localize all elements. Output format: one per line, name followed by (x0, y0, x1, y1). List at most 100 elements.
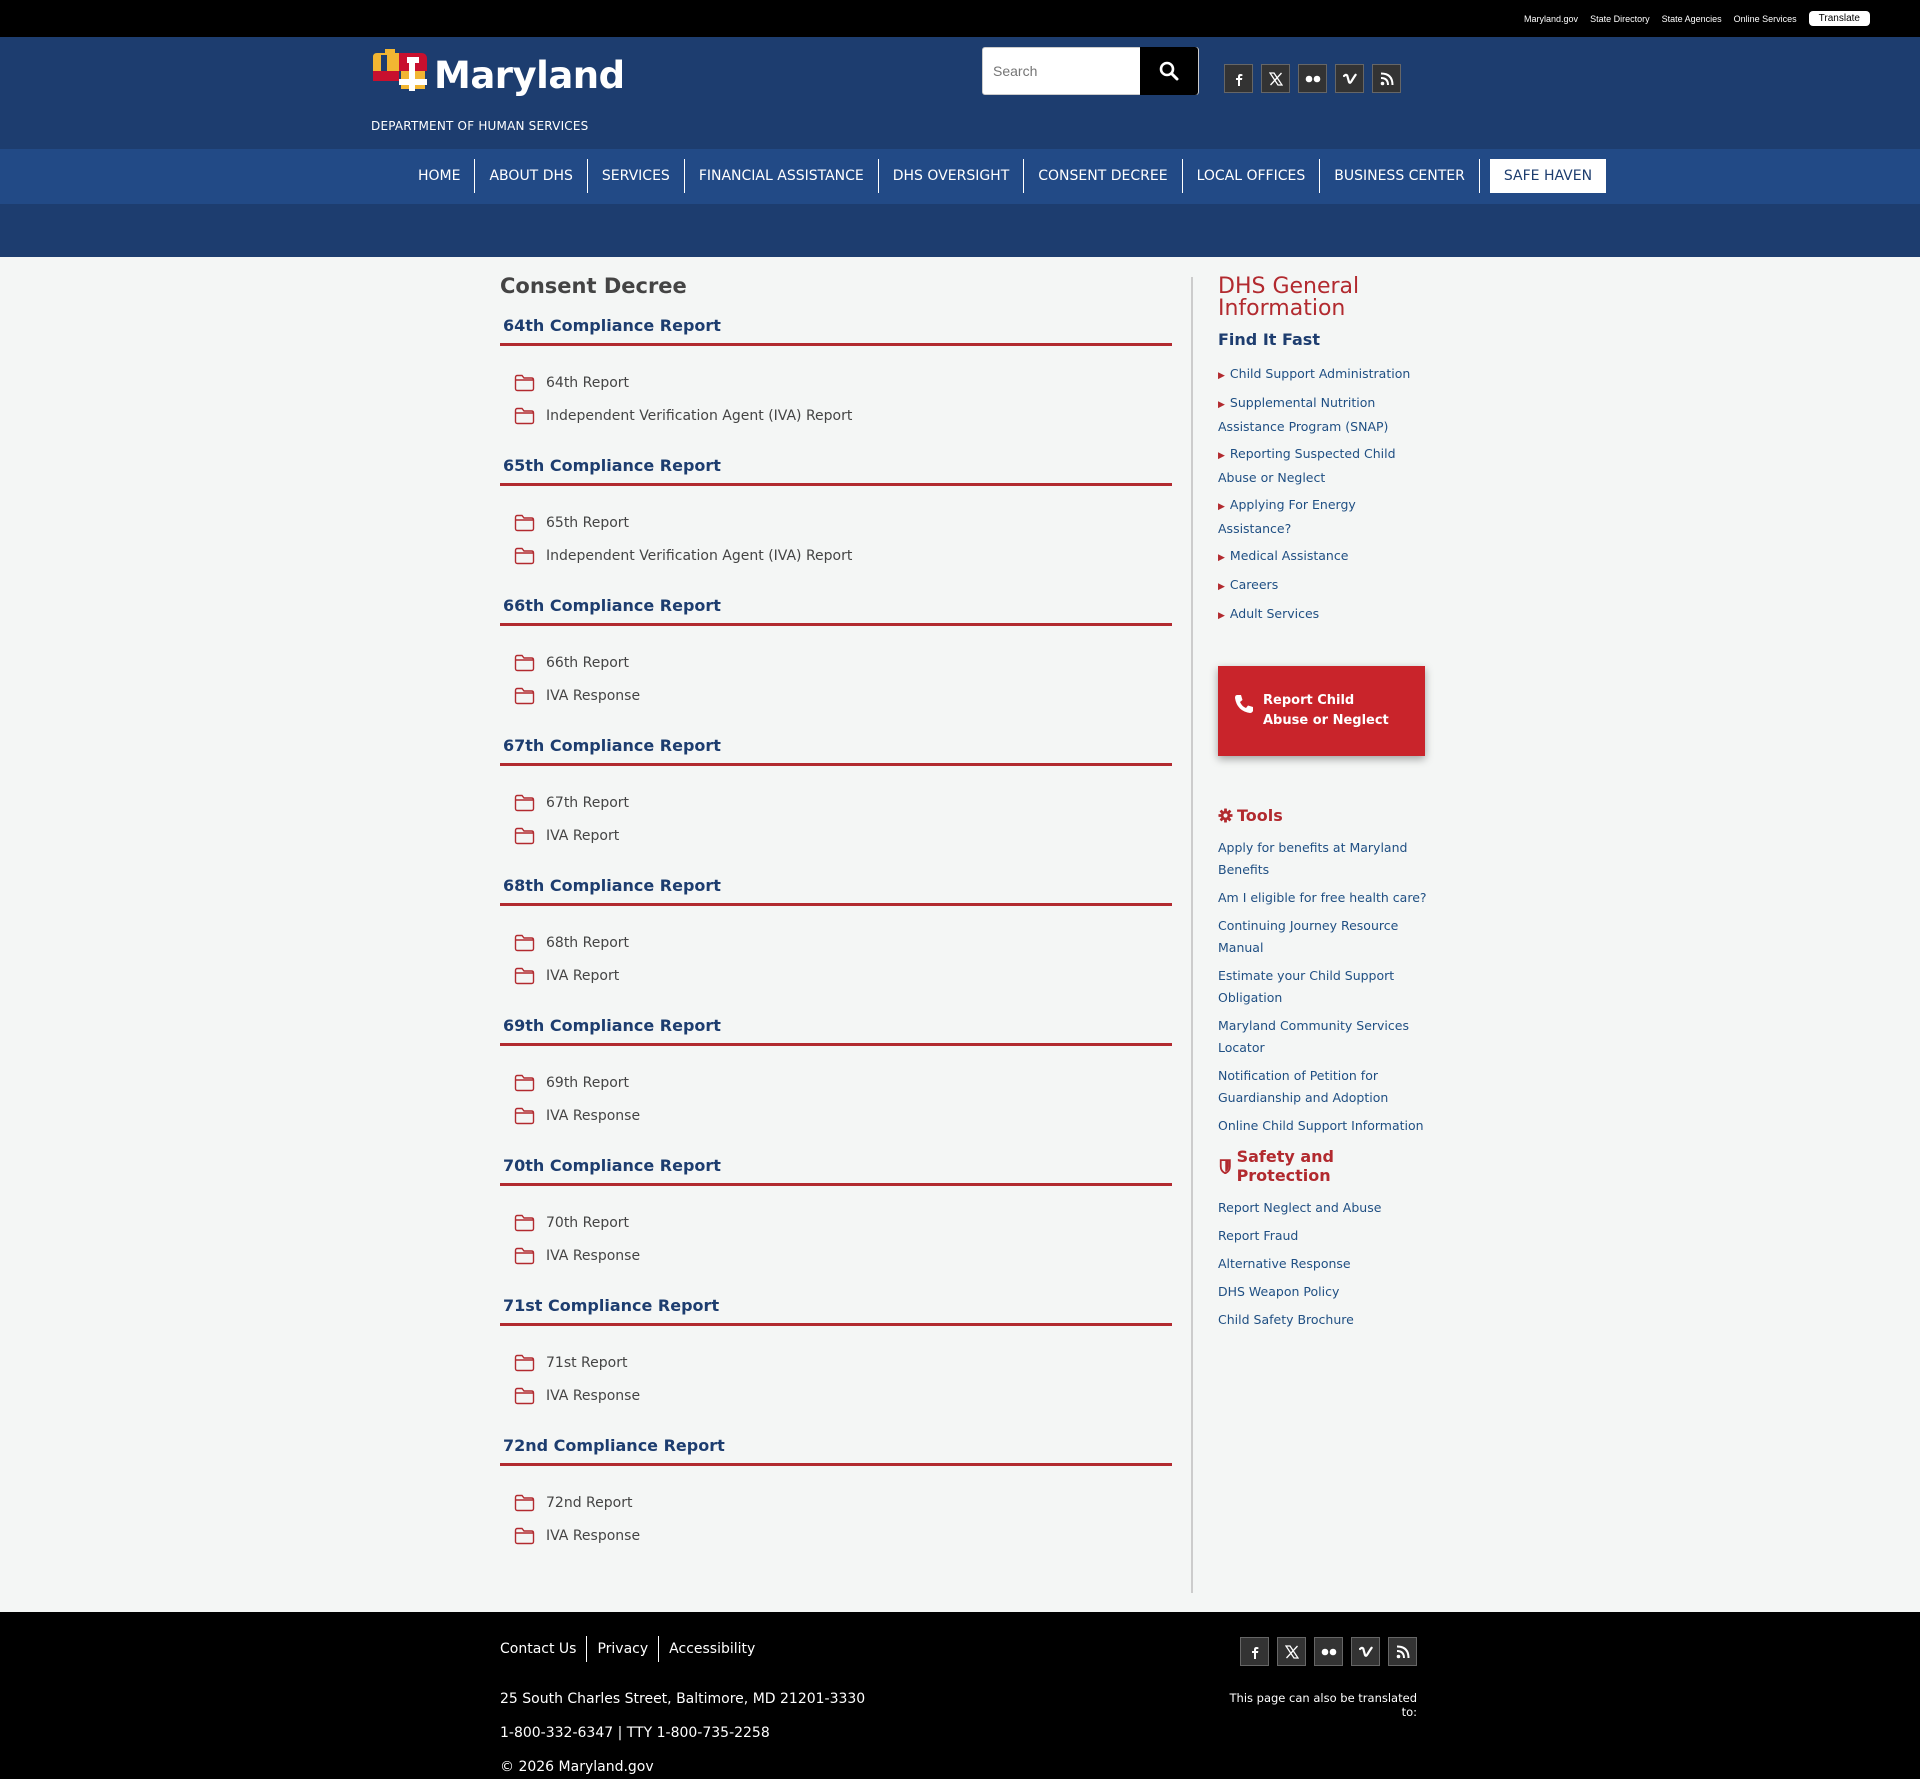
tool-link[interactable]: Apply for benefits at Maryland Benefits (1218, 837, 1428, 881)
find-it-fast-label: Medical Assistance (1229, 548, 1349, 563)
document-link[interactable]: 67th Report (514, 786, 1172, 819)
search-button[interactable] (1140, 47, 1198, 95)
compliance-section: 64th Compliance Report 64th Report Indepen… (500, 316, 1172, 456)
site-header: Maryland DEPARTMENT OF HUMAN SERVICES (0, 37, 1920, 149)
find-it-fast-link[interactable]: ▶ Reporting Suspected Child Abuse or Negl… (1218, 443, 1428, 489)
translate-button[interactable]: Translate (1808, 11, 1870, 26)
nav-item-safe-haven[interactable]: SAFE HAVEN (1489, 159, 1607, 193)
document-link[interactable]: 68th Report (514, 926, 1172, 959)
report-abuse-button[interactable]: Report Child Abuse or Neglect (1218, 666, 1425, 756)
maryland-logo[interactable]: Maryland DEPARTMENT OF HUMAN SERVICES (371, 49, 631, 133)
document-label: Independent Verification Agent (IVA) Rep… (546, 407, 853, 424)
section-heading: 65th Compliance Report (500, 456, 1172, 486)
document-list: 69th Report IVA Response (500, 1046, 1172, 1156)
sidebar-title: DHS General Information (1218, 276, 1428, 320)
safety-link[interactable]: DHS Weapon Policy (1218, 1281, 1428, 1303)
document-link[interactable]: 66th Report (514, 646, 1172, 679)
document-link[interactable]: IVA Response (514, 1379, 1172, 1412)
search-box (982, 47, 1199, 95)
safety-link[interactable]: Alternative Response (1218, 1253, 1428, 1275)
facebook-icon[interactable] (1240, 1637, 1269, 1666)
compliance-section: 65th Compliance Report 65th Report Indepen… (500, 456, 1172, 596)
compliance-section: 72nd Compliance Report 72nd Report IVA Res… (500, 1436, 1172, 1576)
nav-item-dhs-oversight[interactable]: DHS OVERSIGHT (879, 159, 1025, 193)
tool-link[interactable]: Notification of Petition for Guardianshi… (1218, 1065, 1428, 1109)
folder-icon (514, 374, 535, 392)
sidebar-title-line2: Information (1218, 296, 1346, 321)
document-link[interactable]: IVA Response (514, 1239, 1172, 1272)
footer-translate-note: This page can also be translated to: (1229, 1691, 1418, 1719)
tool-link[interactable]: Maryland Community Services Locator (1218, 1015, 1428, 1059)
section-heading: 71st Compliance Report (500, 1296, 1172, 1326)
vimeo-icon[interactable] (1335, 64, 1364, 93)
vimeo-icon[interactable] (1351, 1637, 1380, 1666)
document-list: 65th Report Independent Verification Agen… (500, 486, 1172, 596)
facebook-icon[interactable] (1224, 64, 1253, 93)
util-link-maryland-gov[interactable]: Maryland.gov (1524, 14, 1578, 24)
rss-icon[interactable] (1372, 64, 1401, 93)
site-footer: Contact Us Privacy Accessibility 25 Sout… (0, 1612, 1920, 1779)
document-link[interactable]: 71st Report (514, 1346, 1172, 1379)
folder-icon (514, 1107, 535, 1125)
util-link-online-services[interactable]: Online Services (1734, 14, 1797, 24)
find-it-fast-link[interactable]: ▶ Supplemental Nutrition Assistance Progr… (1218, 392, 1428, 438)
compliance-section: 66th Compliance Report 66th Report IVA Res… (500, 596, 1172, 736)
util-link-state-agencies[interactable]: State Agencies (1662, 14, 1722, 24)
folder-icon (514, 827, 535, 845)
safety-list: Report Neglect and Abuse Report Fraud Alte… (1218, 1197, 1428, 1331)
find-it-fast-link[interactable]: ▶ Medical Assistance (1218, 545, 1428, 569)
document-link[interactable]: 69th Report (514, 1066, 1172, 1099)
tool-link[interactable]: Continuing Journey Resource Manual (1218, 915, 1428, 959)
rss-icon[interactable] (1388, 1637, 1417, 1666)
tools-list: Apply for benefits at Maryland Benefits A… (1218, 837, 1428, 1137)
safety-link[interactable]: Report Neglect and Abuse (1218, 1197, 1428, 1219)
safety-link[interactable]: Report Fraud (1218, 1225, 1428, 1247)
document-link[interactable]: Independent Verification Agent (IVA) Rep… (514, 399, 1172, 432)
document-link[interactable]: IVA Response (514, 1099, 1172, 1132)
x-icon[interactable] (1261, 64, 1290, 93)
x-icon[interactable] (1277, 1637, 1306, 1666)
find-it-fast-link[interactable]: ▶ Adult Services (1218, 603, 1428, 627)
document-link[interactable]: IVA Report (514, 819, 1172, 852)
document-link[interactable]: 72nd Report (514, 1486, 1172, 1519)
document-link[interactable]: IVA Report (514, 959, 1172, 992)
find-it-fast-heading: Find It Fast (1218, 330, 1320, 349)
footer-link-contact[interactable]: Contact Us (500, 1636, 588, 1662)
document-label: 69th Report (546, 1074, 630, 1091)
flickr-icon[interactable] (1298, 64, 1327, 93)
folder-icon (514, 1494, 535, 1512)
safety-link[interactable]: Child Safety Brochure (1218, 1309, 1428, 1331)
tool-link[interactable]: Am I eligible for free health care? (1218, 887, 1428, 909)
document-link[interactable]: Independent Verification Agent (IVA) Rep… (514, 539, 1172, 572)
document-label: 64th Report (546, 374, 630, 391)
nav-item-consent-decree[interactable]: CONSENT DECREE (1024, 159, 1183, 193)
nav-item-services[interactable]: SERVICES (588, 159, 685, 193)
nav-item-home[interactable]: HOME (404, 159, 476, 193)
find-it-fast-link[interactable]: ▶ Careers (1218, 574, 1428, 598)
document-list: 66th Report IVA Response (500, 626, 1172, 736)
nav-item-business-center[interactable]: BUSINESS CENTER (1320, 159, 1480, 193)
util-link-state-directory[interactable]: State Directory (1590, 14, 1650, 24)
tools-heading-label: Tools (1237, 806, 1283, 825)
document-link[interactable]: 64th Report (514, 366, 1172, 399)
footer-link-accessibility[interactable]: Accessibility (659, 1636, 765, 1662)
search-input[interactable] (983, 48, 1143, 94)
document-link[interactable]: 65th Report (514, 506, 1172, 539)
compliance-section: 68th Compliance Report 68th Report IVA Rep… (500, 876, 1172, 1016)
nav-item-local-offices[interactable]: LOCAL OFFICES (1183, 159, 1321, 193)
nav-item-financial-assistance[interactable]: FINANCIAL ASSISTANCE (685, 159, 879, 193)
tool-link[interactable]: Online Child Support Information (1218, 1115, 1428, 1137)
folder-icon (514, 1247, 535, 1265)
footer-link-privacy[interactable]: Privacy (587, 1636, 660, 1662)
tool-link[interactable]: Estimate your Child Support Obligation (1218, 965, 1428, 1009)
document-label: IVA Response (546, 1247, 641, 1264)
nav-item-about-dhs[interactable]: ABOUT DHS (475, 159, 588, 193)
folder-icon (514, 514, 535, 532)
flickr-icon[interactable] (1314, 1637, 1343, 1666)
find-it-fast-link[interactable]: ▶ Child Support Administration (1218, 363, 1428, 387)
find-it-fast-link[interactable]: ▶ Applying For Energy Assistance? (1218, 494, 1428, 540)
document-link[interactable]: 70th Report (514, 1206, 1172, 1239)
document-link[interactable]: IVA Response (514, 1519, 1172, 1552)
document-link[interactable]: IVA Response (514, 679, 1172, 712)
folder-icon (514, 1527, 535, 1545)
